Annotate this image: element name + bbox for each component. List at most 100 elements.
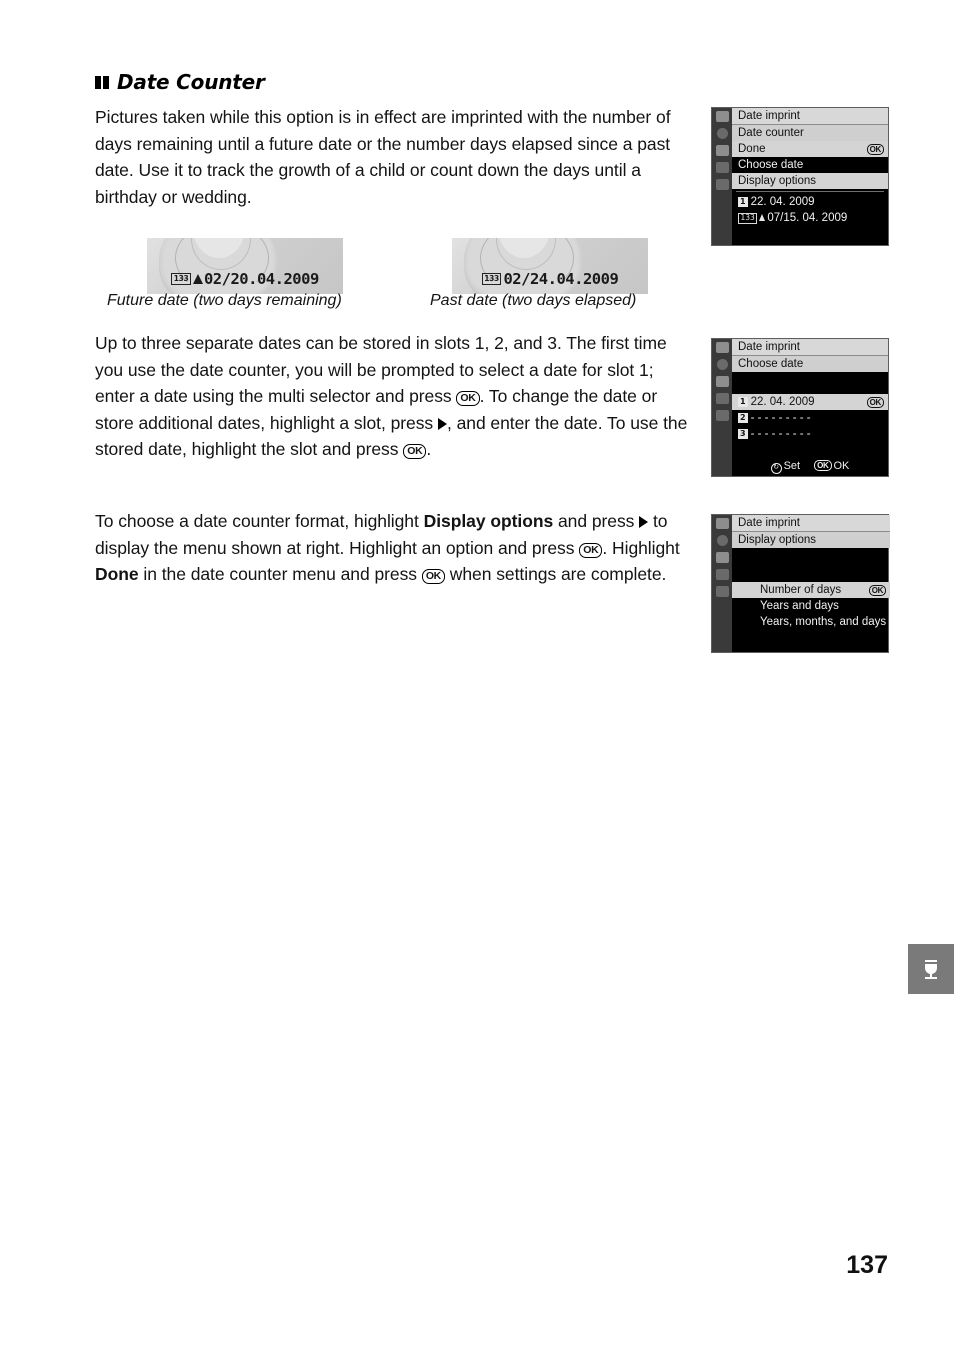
- menu-item-choose-date[interactable]: Choose date: [732, 157, 888, 173]
- date-slot-3-text: - - - - - - - - -: [750, 428, 811, 440]
- ok-badge: OK: [866, 397, 884, 408]
- past-date-stamp: 133 02/24.04.2009: [452, 270, 648, 288]
- date-slot-2[interactable]: 2- - - - - - - - -: [732, 410, 888, 426]
- setup-menu-icon: [715, 145, 729, 156]
- past-date-caption: Past date (two days elapsed): [430, 292, 637, 309]
- future-date-stamp-text: 02/20.04.2009: [203, 270, 319, 288]
- slot-number-badge: 1: [738, 396, 748, 407]
- option-years-months-days[interactable]: Years, months, and days: [732, 614, 890, 630]
- ok-badge: OK: [866, 144, 884, 155]
- menu-icon-rail: [712, 515, 732, 652]
- rotate-dial-icon: ↻: [770, 463, 782, 474]
- format-paragraph-text-f: when settings are complete.: [444, 564, 667, 584]
- date-slot-3[interactable]: 3- - - - - - - - -: [732, 426, 888, 442]
- setup-menu-page-tab: [908, 944, 954, 994]
- film-frame-icon: 133: [481, 273, 502, 285]
- format-paragraph-text-e: in the date counter menu and press: [138, 564, 422, 584]
- format-paragraph: To choose a date counter format, highlig…: [95, 508, 703, 588]
- recent-settings-icon: [715, 586, 729, 597]
- slots-paragraph: Up to three separate dates can be stored…: [95, 330, 695, 463]
- menu-item-choose-date-label: Choose date: [738, 159, 804, 171]
- screen-title: Date imprint: [732, 108, 888, 125]
- film-frame-icon: 133: [171, 273, 191, 285]
- right-arrow-icon: [639, 516, 649, 528]
- date-counter-menu-screen: Date imprint Date counter Done OK Choose…: [711, 107, 889, 246]
- screen-title: Date imprint: [732, 339, 888, 356]
- slot-number-badge: 3: [738, 428, 748, 439]
- display-options-screen: Date imprint Display options Number of d…: [711, 514, 891, 653]
- screen-subheader: Date counter: [732, 125, 888, 141]
- date-counter-result-text: 07/15. 04. 2009: [767, 212, 848, 224]
- playback-menu-icon: [715, 111, 729, 122]
- future-date-photo: 133 02/20.04.2009: [147, 238, 343, 294]
- ok-hint: OK OK: [814, 460, 849, 472]
- menu-item-done-label: Done: [738, 143, 766, 155]
- recent-settings-icon: [715, 410, 729, 421]
- date-counter-result: 133 07/15. 04. 2009: [732, 210, 888, 226]
- up-triangle-icon: [192, 274, 203, 284]
- ok-button-glyph: OK: [421, 569, 445, 584]
- format-paragraph-text-d: . Highlight: [602, 537, 680, 558]
- section-heading: Date Counter: [95, 70, 265, 94]
- display-options-bold: Display options: [423, 511, 554, 531]
- double-square-marker-icon: [95, 75, 110, 89]
- intro-paragraph-text: Pictures taken while this option is in e…: [95, 107, 671, 207]
- done-bold: Done: [95, 564, 139, 584]
- option-number-of-days[interactable]: Number of days OK: [732, 582, 891, 598]
- set-hint-label: Set: [783, 460, 801, 472]
- menu-item-display-options[interactable]: Display options: [732, 173, 888, 189]
- format-paragraph-text-b: and press: [553, 511, 640, 531]
- film-frame-icon: 133: [738, 212, 758, 224]
- option-years-months-days-label: Years, months, and days: [760, 616, 887, 628]
- choose-date-body: Date imprint Choose date 1 22. 04. 2009 O…: [732, 339, 888, 476]
- date-slot-2-text: - - - - - - - - -: [750, 412, 811, 424]
- slot-number-badge: 2: [738, 412, 748, 423]
- ok-button-glyph: OK: [579, 542, 603, 558]
- screen-subheader: Choose date: [732, 356, 888, 372]
- stored-date-slot-1-text: 22. 04. 2009: [750, 196, 815, 208]
- divider: [736, 191, 884, 192]
- retouch-menu-icon: [715, 569, 729, 580]
- ok-hint-label: OK: [833, 460, 850, 472]
- future-date-stamp: 133 02/20.04.2009: [147, 270, 343, 288]
- menu-icon-rail: [712, 108, 732, 245]
- setup-menu-icon: [921, 958, 941, 980]
- stored-date-slot-1: 1 22. 04. 2009: [732, 194, 888, 210]
- format-paragraph-text-a: To choose a date counter format, highlig…: [95, 511, 424, 531]
- menu-icon-rail: [712, 339, 732, 476]
- future-date-caption: Future date (two days remaining): [107, 292, 342, 309]
- setup-menu-icon: [715, 552, 729, 563]
- ok-badge: OK: [814, 460, 832, 471]
- up-triangle-icon: [759, 214, 766, 221]
- slot-number-badge: 1: [738, 196, 748, 207]
- date-slot-1[interactable]: 1 22. 04. 2009 OK: [732, 394, 888, 410]
- page-number: 137: [846, 1251, 888, 1279]
- menu-item-display-options-label: Display options: [738, 175, 816, 187]
- page-title: Date Counter: [117, 70, 265, 94]
- option-years-and-days[interactable]: Years and days: [732, 598, 890, 614]
- shooting-menu-icon: [716, 128, 728, 139]
- past-date-photo: 133 02/24.04.2009: [452, 238, 648, 294]
- ok-button-glyph: OK: [403, 444, 427, 459]
- setup-menu-icon: [715, 376, 729, 387]
- option-years-and-days-label: Years and days: [760, 600, 839, 612]
- retouch-menu-icon: [715, 162, 729, 173]
- retouch-menu-icon: [715, 393, 729, 404]
- date-counter-menu-body: Date imprint Date counter Done OK Choose…: [732, 108, 888, 245]
- past-date-stamp-text: 02/24.04.2009: [503, 270, 619, 288]
- playback-menu-icon: [715, 518, 729, 529]
- option-number-of-days-label: Number of days: [760, 584, 842, 596]
- screen-subheader: Display options: [732, 532, 891, 548]
- playback-menu-icon: [715, 342, 729, 353]
- menu-item-done[interactable]: Done OK: [732, 141, 888, 157]
- display-options-body: Date imprint Display options Number of d…: [732, 515, 891, 652]
- ok-button-glyph: OK: [456, 391, 480, 406]
- ok-badge: OK: [868, 585, 887, 596]
- right-arrow-icon: [437, 417, 447, 430]
- screen-title: Date imprint: [732, 515, 891, 532]
- intro-paragraph: Pictures taken while this option is in e…: [95, 104, 695, 210]
- date-slot-1-text: 22. 04. 2009: [750, 396, 815, 408]
- slots-paragraph-text-d: .: [426, 439, 432, 459]
